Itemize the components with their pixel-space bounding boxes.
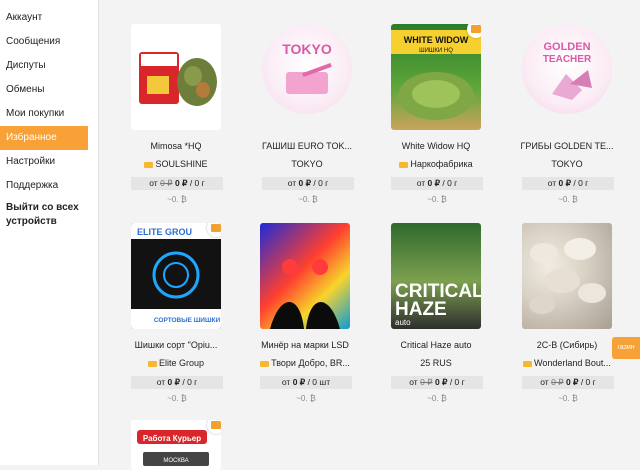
shop-badge-icon	[144, 161, 154, 168]
price-tag: от 0 ₽ / 0 г	[131, 376, 223, 389]
product-photo	[529, 238, 606, 314]
sidebar-item-exchanges[interactable]: Обмены	[0, 78, 98, 102]
svg-text:GOLDEN: GOLDEN	[543, 41, 590, 53]
btc-price: ~0. ₿	[296, 394, 316, 403]
shop-name[interactable]: 25 RUS	[373, 358, 499, 368]
shop-badge-icon	[260, 360, 270, 367]
svg-text:WHITE WIDOW: WHITE WIDOW	[404, 35, 469, 45]
svg-text:Работа Курьер: Работа Курьер	[143, 434, 201, 443]
svg-text:HAZE: HAZE	[395, 299, 447, 320]
product-title[interactable]: Critical Haze auto	[373, 340, 499, 350]
price-tag: от 0 ₽ / 0 шт	[260, 376, 352, 389]
product-photo	[139, 52, 217, 106]
product-photo: TOKYO	[282, 41, 332, 94]
sidebar-item-favorites[interactable]: Избранное	[0, 126, 88, 150]
sidebar-item-messages[interactable]: Сообщения	[0, 30, 98, 54]
price-tag: от 0 ₽ / 0 г	[391, 177, 483, 190]
svg-text:МОСКВА: МОСКВА	[163, 458, 188, 464]
sidebar-item-support[interactable]: Поддержка	[0, 174, 98, 198]
product-title[interactable]: Минёр на марки LSD	[242, 340, 368, 350]
product-image[interactable]: Работа Курьер МОСКВА	[131, 420, 221, 470]
shop-name[interactable]: Elite Group	[113, 358, 239, 368]
shop-name[interactable]: TOKYO	[244, 159, 370, 169]
product-image[interactable]: CRITICAL HAZE auto	[391, 223, 481, 329]
btc-price: ~0. ₿	[558, 394, 578, 403]
product-photo: WHITE WIDOW ШИШКИ HQ	[391, 30, 481, 120]
svg-text:ELITE GROU: ELITE GROU	[137, 227, 192, 237]
product-image[interactable]: ELITE GROU СОРТОВЫЕ ШИШКИ	[131, 223, 221, 329]
price-tag: от 0 ₽ 0 ₽ / 0 г	[131, 177, 223, 190]
side-shop-tab[interactable]: газин	[612, 337, 640, 359]
favorites-grid: Mimosa *HQ SOULSHINE от 0 ₽ 0 ₽ / 0 г ~0…	[99, 0, 640, 470]
product-image[interactable]	[260, 223, 350, 329]
shop-name[interactable]: TOKYO	[504, 159, 630, 169]
product-image[interactable]: WHITE WIDOW ШИШКИ HQ	[391, 24, 481, 130]
svg-text:TEACHER: TEACHER	[543, 54, 592, 65]
shop-name[interactable]: Наркофабрика	[373, 159, 499, 169]
svg-text:СОРТОВЫЕ ШИШКИ: СОРТОВЫЕ ШИШКИ	[154, 317, 221, 324]
shop-badge-icon	[147, 360, 157, 367]
price-tag: от 0 ₽ / 0 г	[262, 177, 354, 190]
product-title[interactable]: Шишки сорт "Opiu...	[113, 340, 239, 350]
price-tag: от 0 ₽ 0 ₽ / 0 г	[391, 376, 483, 389]
shop-name[interactable]: SOULSHINE	[113, 159, 239, 169]
product-image[interactable]	[131, 24, 221, 130]
price-tag: от 0 ₽ 0 ₽ / 0 г	[522, 376, 614, 389]
product-photo: CRITICAL HAZE auto	[395, 281, 481, 327]
sidebar-nav: Аккаунт Сообщения Диспуты Обмены Мои пок…	[0, 0, 99, 465]
btc-price: ~0. ₿	[558, 195, 578, 204]
product-image[interactable]	[522, 223, 612, 329]
btc-price: ~0. ₿	[167, 394, 187, 403]
btc-price: ~0. ₿	[427, 195, 447, 204]
product-image[interactable]: GOLDEN TEACHER	[522, 24, 612, 114]
btc-price: ~0. ₿	[298, 195, 318, 204]
product-photo	[270, 259, 340, 329]
product-photo: ELITE GROU СОРТОВЫЕ ШИШКИ	[131, 223, 221, 329]
sidebar-item-purchases[interactable]: Мои покупки	[0, 102, 98, 126]
product-photo: GOLDEN TEACHER	[543, 41, 592, 100]
product-title[interactable]: ГРИБЫ GOLDEN TE...	[504, 141, 630, 151]
price-tag: от 0 ₽ / 0 г	[522, 177, 614, 190]
btc-price: ~0. ₿	[427, 394, 447, 403]
sidebar-item-account[interactable]: Аккаунт	[0, 6, 98, 30]
svg-text:auto: auto	[395, 318, 411, 327]
shop-badge-icon	[523, 360, 533, 367]
product-title[interactable]: ГАШИШ EURO TOK...	[244, 141, 370, 151]
sidebar-item-disputes[interactable]: Диспуты	[0, 54, 98, 78]
shop-name[interactable]: Твори Добро, BR...	[242, 358, 368, 368]
sidebar-item-settings[interactable]: Настройки	[0, 150, 98, 174]
product-title[interactable]: Mimosa *HQ	[113, 141, 239, 151]
btc-price: ~0. ₿	[167, 195, 187, 204]
product-title[interactable]: White Widow HQ	[373, 141, 499, 151]
svg-text:ШИШКИ HQ: ШИШКИ HQ	[419, 48, 453, 54]
sidebar-item-logout-all[interactable]: Выйти со всех устройств	[0, 198, 98, 232]
shop-badge-icon	[399, 161, 409, 168]
svg-text:TOKYO: TOKYO	[282, 41, 332, 57]
product-image[interactable]: TOKYO	[262, 24, 352, 114]
shop-name[interactable]: Wonderland Bout...	[504, 358, 630, 368]
